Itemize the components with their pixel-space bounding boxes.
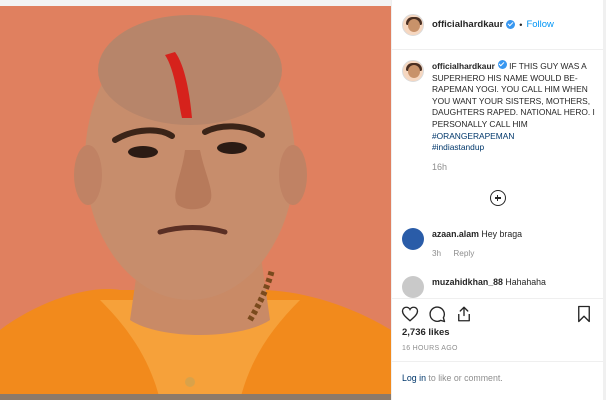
verified-badge-icon [497,60,507,69]
caption-username[interactable]: officialhardkaur [432,61,495,71]
header-username[interactable]: officialhardkaur [432,19,503,30]
plus-circle-icon[interactable] [490,190,506,206]
commenter-avatar[interactable] [402,276,424,298]
caption: officialhardkaur IF THIS GUY WAS A SUPER… [402,60,598,172]
share-icon[interactable] [455,305,473,323]
hashtag-link[interactable]: #indiastandup [432,142,484,152]
comment-username[interactable]: azaan.alam [432,229,479,239]
post-side-panel: officialhardkaur • Follow officialhardka… [391,0,606,400]
caption-body: IF THIS GUY WAS A SUPERHERO HIS NAME WOU… [432,61,595,129]
header-separator: • [519,19,523,30]
portrait-illustration [0,15,391,400]
comment-text: Hey braga [481,229,522,239]
caption-text: officialhardkaur IF THIS GUY WAS A SUPER… [432,60,598,154]
post-photo[interactable] [0,0,391,400]
login-prompt: Log in to like or comment. [392,361,604,394]
bookmark-icon[interactable] [576,305,592,323]
commenter-avatar[interactable] [402,228,424,250]
comment-icon[interactable] [428,305,446,323]
post-actions: 2,736 likes 16 HOURS AGO Log in to like … [392,298,604,400]
hashtag-link[interactable]: #ORANGERAPEMAN [432,131,514,141]
post-header: officialhardkaur • Follow [392,0,604,50]
login-link[interactable]: Log in [402,373,426,383]
post-timestamp[interactable]: 16 HOURS AGO [402,345,458,352]
likes-count[interactable]: 2,736 likes [402,327,450,338]
photo-bottom-edge [0,394,391,400]
caption-timestamp[interactable]: 16h [432,162,598,172]
comment-item: muzahidkhan_88 Hahahaha [402,276,598,298]
verified-badge-icon [506,20,516,29]
comment-text: Hahahaha [505,277,546,287]
comment-timestamp[interactable]: 3h [432,249,441,258]
action-icons [401,305,473,323]
author-avatar[interactable] [402,13,424,36]
comment-username[interactable]: muzahidkhan_88 [432,277,503,287]
login-prompt-text: to like or comment. [425,373,503,383]
heart-icon[interactable] [401,305,419,323]
caption-avatar[interactable] [402,60,424,82]
comment-item: azaan.alam Hey braga 3h Reply [402,228,598,260]
follow-button[interactable]: Follow [526,19,553,30]
reply-button[interactable]: Reply [453,249,474,258]
